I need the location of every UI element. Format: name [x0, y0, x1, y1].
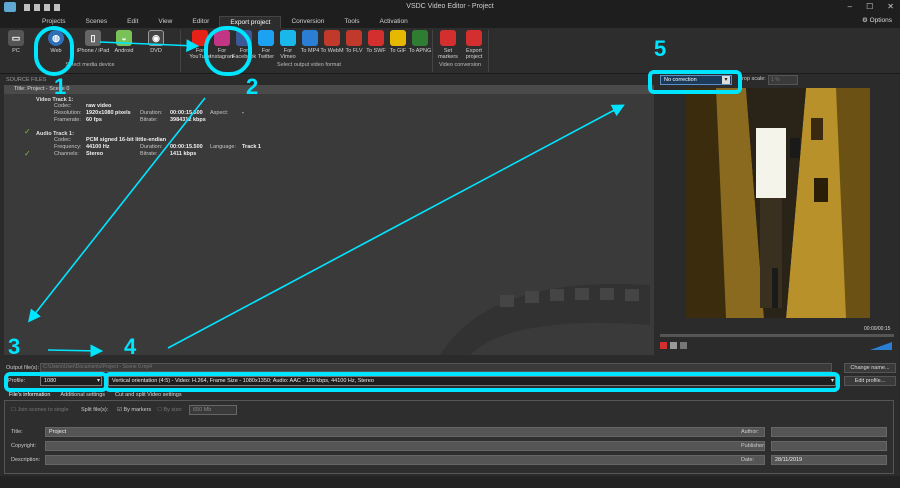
arrow-2-to-3 [28, 97, 206, 323]
arrow-1-to-2 [99, 39, 200, 52]
annotation-arrows [28, 39, 625, 358]
arrow-3-to-4 [47, 344, 104, 358]
arrow-4-to-5 [167, 104, 625, 349]
